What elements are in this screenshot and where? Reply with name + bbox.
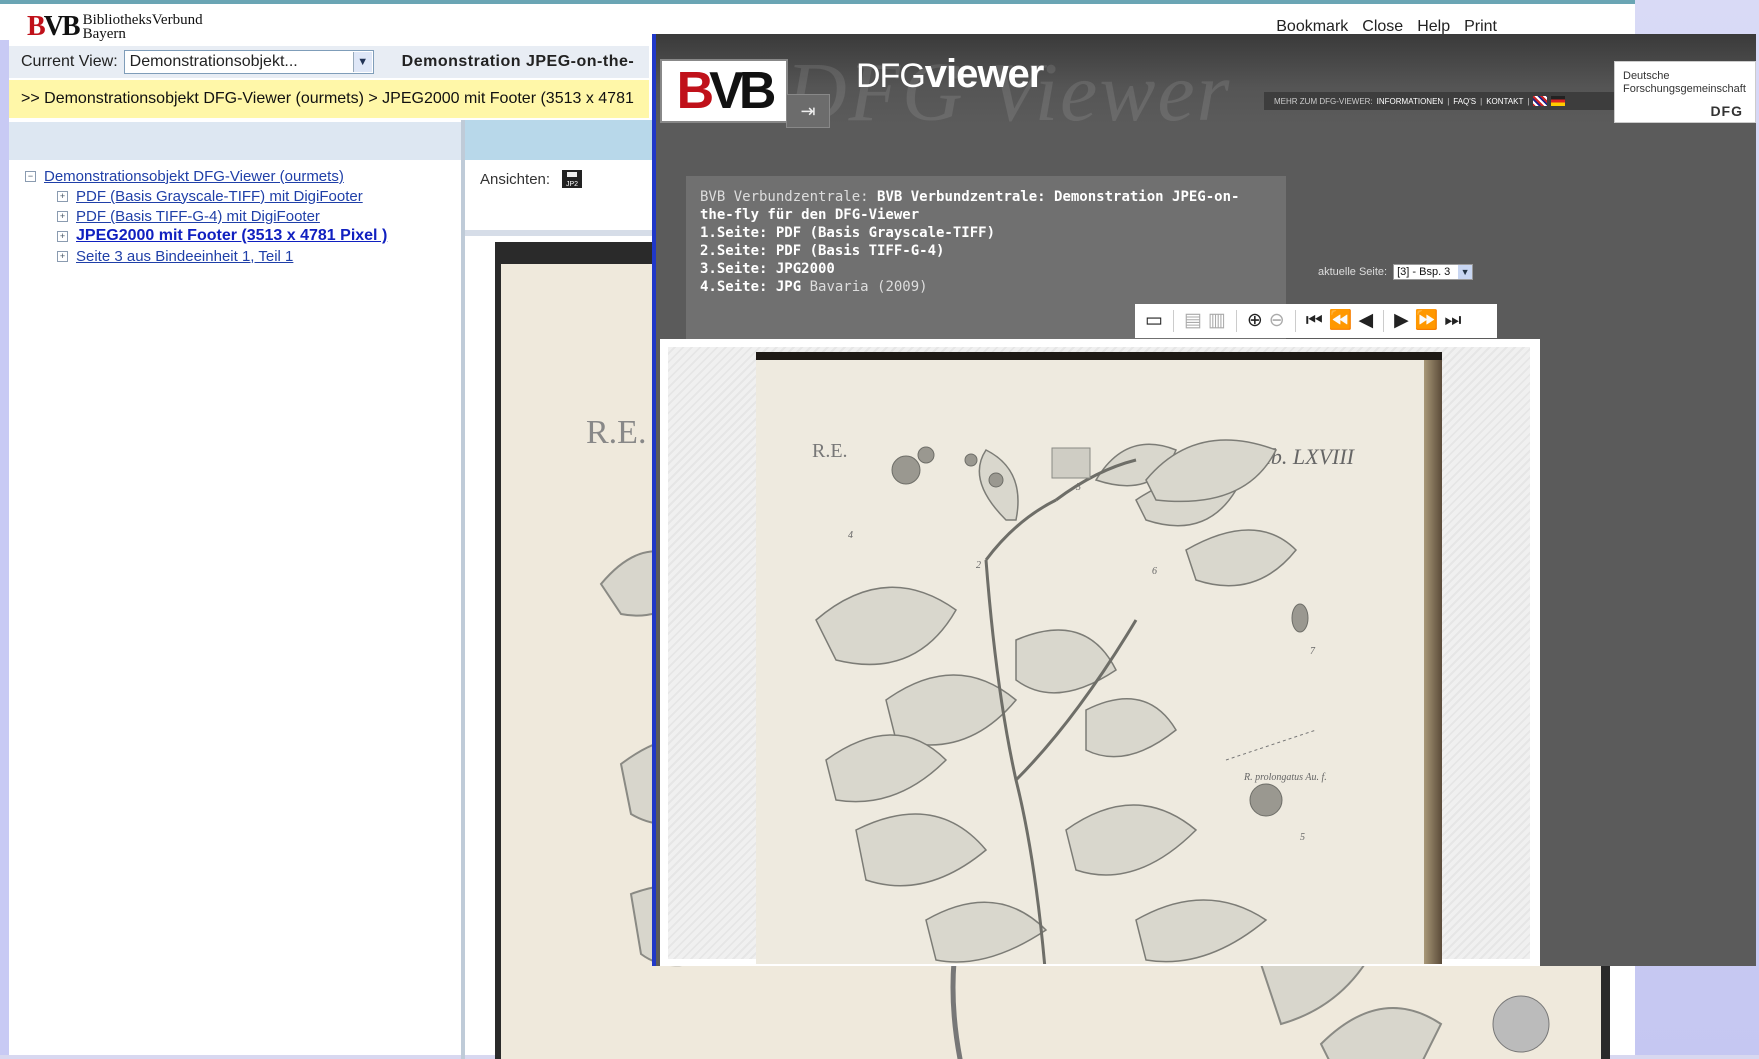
logo-line-2: Bayern: [82, 26, 126, 42]
meta-line: 3.Seite: JPG2000: [700, 261, 835, 277]
brand-suffix: viewer: [924, 52, 1045, 96]
tree-item-active: + JPEG2000 mit Footer (3513 x 4781 Pixel…: [57, 226, 387, 246]
panel-splitter[interactable]: [461, 120, 465, 1059]
toolbar-divider: [1235, 310, 1237, 332]
back-ten-icon[interactable]: ⏪: [1329, 311, 1353, 331]
tree-item-link[interactable]: JPEG2000 mit Footer (3513 x 4781 Pixel ): [76, 227, 387, 245]
first-page-icon[interactable]: ⏮: [1306, 311, 1323, 331]
page-select[interactable]: [3] - Bsp. 3 ▼: [1393, 264, 1474, 280]
tree-root: − Demonstrationsobjekt DFG-Viewer (ourme…: [25, 166, 387, 186]
double-page-forward-icon[interactable]: ▥: [1208, 311, 1226, 331]
tree-item-link[interactable]: PDF (Basis TIFF-G-4) mit DigiFooter: [76, 208, 320, 225]
dfg-logo-line1: Deutsche: [1623, 70, 1670, 82]
page-select-label: aktuelle Seite:: [1318, 266, 1388, 278]
dfg-viewer-brand: DFGviewer: [856, 52, 1045, 97]
content-header: [465, 120, 655, 160]
current-view-value: Demonstrationsobjekt...: [129, 53, 298, 70]
divider: [465, 230, 655, 236]
bvb-logo: BVB BibliotheksVerbund Bayern: [27, 11, 203, 42]
page-scan-image[interactable]: R.E. Tab. LXVIII 2 3 4 5 6 7 R. prolonga…: [756, 352, 1442, 964]
meta-prefix: BVB Verbundzentrale:: [700, 189, 869, 205]
last-page-icon[interactable]: ⏭: [1444, 311, 1461, 331]
nav-prefix: MEHR ZUM DFG-VIEWER:: [1274, 96, 1373, 106]
nav-faqs[interactable]: FAQ'S: [1453, 97, 1476, 106]
book-binding: [1424, 360, 1442, 964]
nav-informationen[interactable]: INFORMATIONEN: [1377, 97, 1444, 106]
dfg-logo-abbr: DFG: [1710, 103, 1743, 119]
breadcrumb: >> Demonstrationsobjekt DFG-Viewer (ourm…: [9, 80, 649, 118]
meta-line: 4.Seite: JPG: [700, 279, 802, 295]
meta-line: 2.Seite: PDF (Basis TIFF-G-4): [700, 243, 945, 259]
export-icon[interactable]: ⇥: [786, 94, 830, 128]
toolbar-divider: [1294, 310, 1296, 332]
jp2-download-icon[interactable]: JP2: [562, 170, 583, 188]
views-row: Ansichten: JP2: [480, 170, 583, 188]
desktop-edge: [0, 40, 9, 1055]
current-view-label: Current View:: [21, 53, 118, 70]
double-page-back-icon[interactable]: ▤: [1184, 311, 1202, 331]
tree-item-link[interactable]: Seite 3 aus Bindeeinheit 1, Teil 1: [76, 248, 293, 265]
page-select-value: [3] - Bsp. 3: [1397, 266, 1451, 278]
jp2-icon-text: JP2: [566, 181, 579, 188]
scan-page: R.E. Tab. LXVIII 2 3 4 5 6 7 R. prolonga…: [756, 360, 1424, 964]
tree-item-link[interactable]: PDF (Basis Grayscale-TIFF) mit DigiFoote…: [76, 188, 363, 205]
next-page-icon[interactable]: ▶: [1394, 311, 1409, 331]
views-label: Ansichten:: [480, 170, 551, 188]
current-view-bar: Current View: Demonstrationsobjekt... ▼ …: [9, 46, 649, 78]
german-flag-icon[interactable]: [1551, 96, 1566, 106]
expand-icon[interactable]: +: [57, 250, 68, 262]
toolbar-divider: [1383, 310, 1385, 332]
expand-icon[interactable]: +: [57, 210, 68, 222]
meta-line-rest: Bavaria (2009): [809, 279, 928, 295]
botanical-illustration: [815, 439, 1317, 964]
chevron-down-icon[interactable]: ▼: [352, 52, 372, 72]
toolbar-divider: [1172, 310, 1174, 332]
brand-prefix: DFG: [856, 57, 926, 95]
view-title: Demonstration JPEG-on-the-: [401, 53, 635, 70]
nav-kontakt[interactable]: KONTAKT: [1486, 97, 1523, 106]
meta-line: 1.Seite: PDF (Basis Grayscale-TIFF): [700, 225, 996, 241]
page-selector: aktuelle Seite: [3] - Bsp. 3 ▼: [1318, 264, 1474, 280]
dfg-viewer-window: DFG Viewer B VB ⇥ DFGviewer MEHR ZUM DFG-…: [652, 34, 1756, 966]
image-viewer[interactable]: R.E. Tab. LXVIII 2 3 4 5 6 7 R. prolonga…: [660, 339, 1540, 966]
bvb-logo-large[interactable]: B VB: [660, 59, 788, 123]
dfg-logo[interactable]: Deutsche Forschungsgemeinschaft DFG: [1614, 61, 1756, 123]
viewer-toolbar: ▭ ▤ ▥ ⊕ ⊖ ⏮ ⏪ ◀ ▶ ⏩ ⏭: [1135, 304, 1497, 338]
chevron-down-icon[interactable]: ▼: [1458, 265, 1473, 279]
zoom-out-icon[interactable]: ⊖: [1269, 311, 1285, 331]
tree-item: + PDF (Basis TIFF-G-4) mit DigiFooter: [57, 206, 387, 226]
previous-page-icon[interactable]: ◀: [1358, 311, 1373, 331]
tree-item: + PDF (Basis Grayscale-TIFF) mit DigiFoo…: [57, 186, 387, 206]
dfg-logo-line2: Forschungsgemeinschaft: [1623, 83, 1746, 95]
expand-icon[interactable]: +: [57, 230, 68, 242]
current-view-select[interactable]: Demonstrationsobjekt... ▼: [123, 50, 374, 74]
collapse-icon[interactable]: −: [25, 170, 36, 182]
breadcrumb-text[interactable]: >> Demonstrationsobjekt DFG-Viewer (ourm…: [21, 90, 634, 108]
expand-icon[interactable]: +: [57, 190, 68, 202]
tree-root-link[interactable]: Demonstrationsobjekt DFG-Viewer (ourmets…: [44, 168, 344, 185]
single-page-icon[interactable]: ▭: [1145, 311, 1163, 331]
forward-ten-icon[interactable]: ⏩: [1415, 311, 1439, 331]
tree-item: + Seite 3 aus Bindeeinheit 1, Teil 1: [57, 246, 387, 266]
page-heading: R.E.: [586, 414, 647, 451]
zoom-in-icon[interactable]: ⊕: [1247, 311, 1263, 331]
uk-flag-icon[interactable]: [1533, 96, 1548, 106]
dfg-header: DFG Viewer B VB ⇥ DFGviewer MEHR ZUM DFG-…: [656, 34, 1756, 139]
structure-tree: − Demonstrationsobjekt DFG-Viewer (ourme…: [25, 166, 387, 266]
tree-header: [9, 122, 461, 160]
